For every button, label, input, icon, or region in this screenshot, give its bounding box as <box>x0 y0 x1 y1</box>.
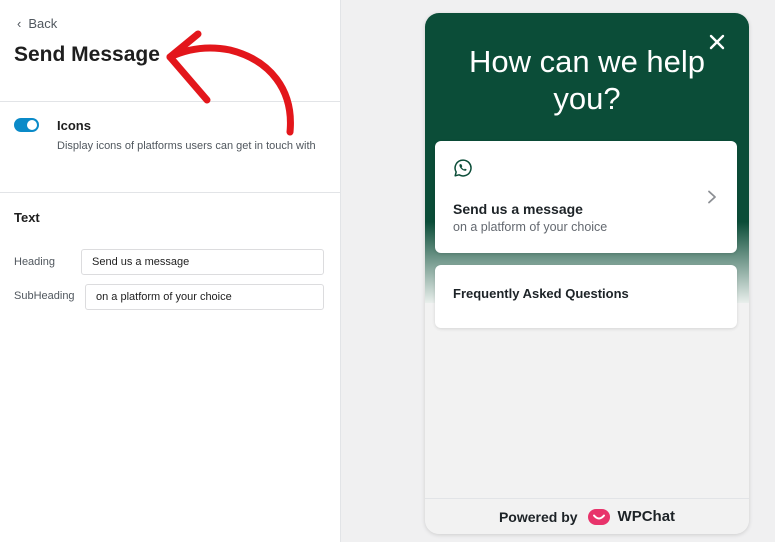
close-icon[interactable] <box>707 32 727 52</box>
widget-heading: How can we help you? <box>468 44 706 116</box>
divider <box>0 192 341 193</box>
brand-name: WPChat <box>617 508 676 525</box>
widget-footer: Powered by WPChat <box>425 498 749 534</box>
heading-label: Heading <box>14 256 55 268</box>
subheading-input[interactable] <box>85 284 324 310</box>
whatsapp-icon <box>454 159 472 177</box>
card-subtitle: on a platform of your choice <box>453 220 608 234</box>
card-title: Send us a message <box>453 201 583 217</box>
chevron-right-icon <box>708 190 716 204</box>
send-message-card[interactable]: Send us a message on a platform of your … <box>435 141 737 253</box>
back-label: Back <box>28 16 58 31</box>
page-title: Send Message <box>14 43 160 66</box>
icons-toggle[interactable] <box>14 118 39 132</box>
icons-option-title: Icons <box>57 118 91 133</box>
toggle-knob <box>27 120 37 130</box>
chevron-left-icon: ‹ <box>17 16 22 31</box>
powered-by-label: Powered by <box>498 508 578 525</box>
wpchat-logo-icon <box>587 508 610 525</box>
faq-card[interactable]: Frequently Asked Questions <box>435 265 737 328</box>
text-section-label: Text <box>14 210 40 225</box>
chat-widget-preview: How can we help you? Send us a message o… <box>425 13 749 534</box>
annotation-arrow <box>166 30 294 136</box>
back-link[interactable]: ‹ Back <box>17 16 57 31</box>
heading-input[interactable] <box>81 249 324 275</box>
faq-title: Frequently Asked Questions <box>453 286 629 301</box>
subheading-label: SubHeading <box>14 290 75 302</box>
